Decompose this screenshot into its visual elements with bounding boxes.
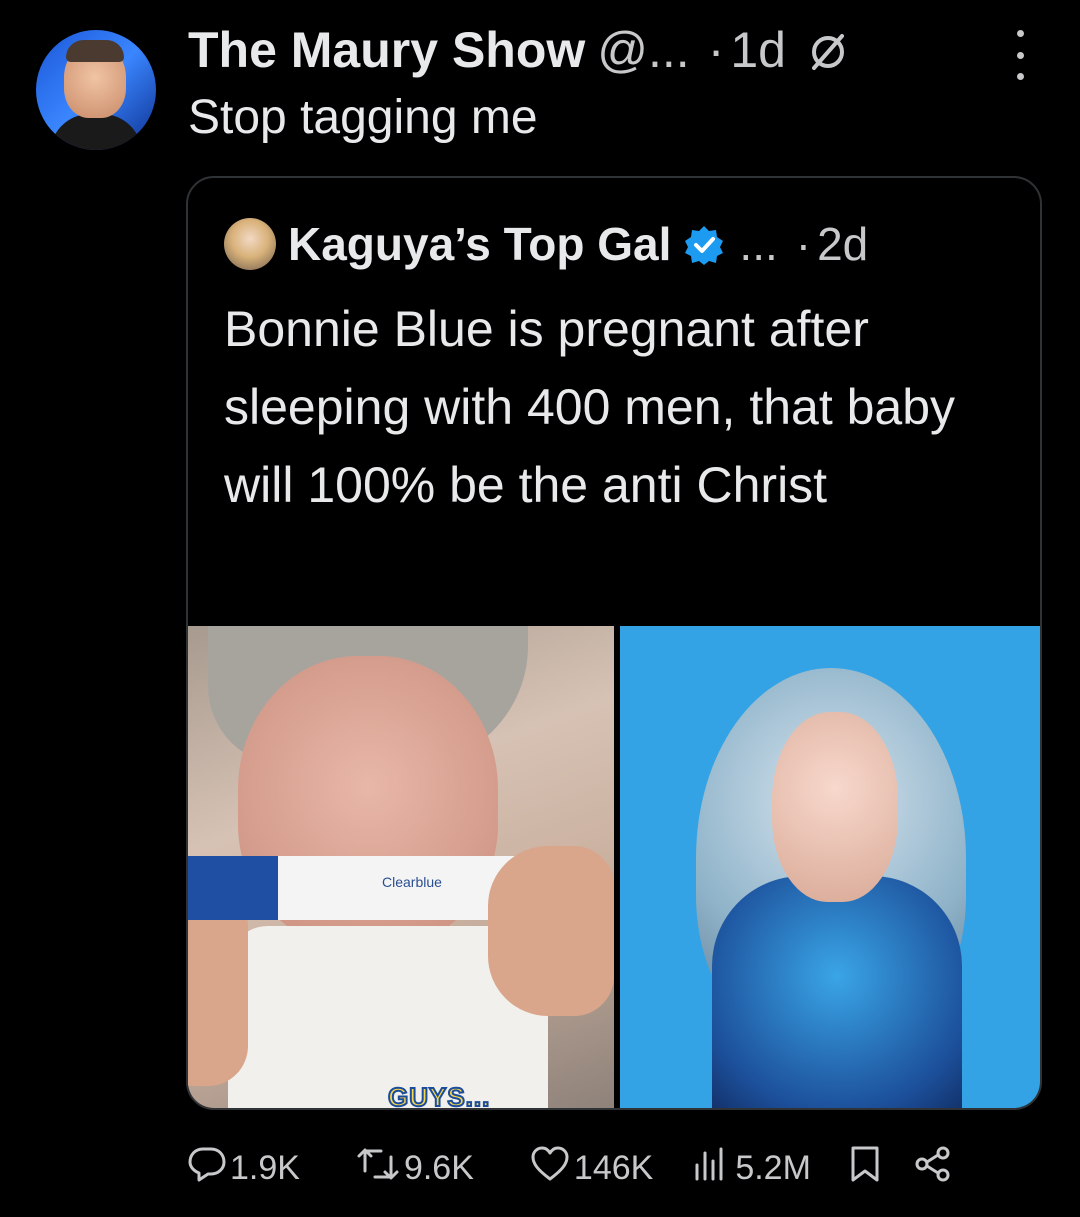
portrait-face-shape: [772, 712, 898, 902]
quoted-header-separator: ·: [795, 218, 812, 270]
views-icon: [691, 1145, 735, 1192]
test-brand-label: Clearblue: [382, 874, 442, 890]
test-cap-shape: [188, 856, 278, 920]
reply-icon: [188, 1145, 230, 1192]
tweet-time[interactable]: 1d: [730, 21, 786, 79]
media-image-right[interactable]: [620, 626, 1040, 1108]
heart-icon: [530, 1145, 574, 1192]
bookmark-button[interactable]: [847, 1144, 887, 1193]
hand-shape-right: [488, 846, 614, 1016]
more-icon[interactable]: [1000, 30, 1040, 80]
avatar[interactable]: [36, 30, 156, 150]
views-count: 5.2M: [735, 1148, 811, 1187]
retweet-icon: [356, 1145, 404, 1192]
action-bar: 1.9K 9.6K 146K 5.2M: [188, 1138, 1028, 1198]
quoted-tweet-header: Kaguya’s Top Gal ... · 2d: [224, 216, 868, 272]
media-image-left[interactable]: Clearblue GUYS...: [188, 626, 614, 1110]
retweet-button[interactable]: 9.6K: [356, 1145, 474, 1192]
reply-count: 1.9K: [230, 1148, 300, 1187]
quoted-avatar[interactable]: [224, 218, 276, 270]
share-icon: [913, 1144, 957, 1193]
bookmark-icon: [847, 1144, 887, 1193]
video-caption: GUYS...: [387, 1081, 491, 1110]
like-count: 146K: [573, 1148, 654, 1187]
author-handle[interactable]: @...: [597, 21, 689, 79]
tweet-header: The Maury Show @... · 1d: [188, 18, 850, 82]
quoted-author-handle[interactable]: ...: [739, 217, 777, 271]
slash-icon: [806, 28, 850, 72]
sequin-top-shape: [712, 876, 962, 1108]
retweet-count: 9.6K: [403, 1148, 474, 1187]
author-name[interactable]: The Maury Show: [188, 21, 585, 79]
tweet-text: Stop tagging me: [188, 91, 538, 144]
quoted-tweet-time[interactable]: 2d: [817, 217, 868, 271]
views-button[interactable]: 5.2M: [691, 1145, 811, 1192]
share-button[interactable]: [913, 1144, 957, 1193]
quoted-author-name[interactable]: Kaguya’s Top Gal: [288, 217, 671, 271]
like-button[interactable]: 146K: [530, 1145, 653, 1192]
avatar-body-shape: [50, 114, 142, 150]
reply-button[interactable]: 1.9K: [188, 1145, 300, 1192]
quoted-tweet-text: Bonnie Blue is pregnant after sleeping w…: [224, 301, 956, 513]
header-separator: ·: [707, 22, 725, 78]
quoted-tweet[interactable]: Kaguya’s Top Gal ... · 2d Bonnie Blue is…: [186, 176, 1042, 1110]
avatar-hair-shape: [66, 40, 124, 62]
verified-icon: [683, 223, 725, 265]
